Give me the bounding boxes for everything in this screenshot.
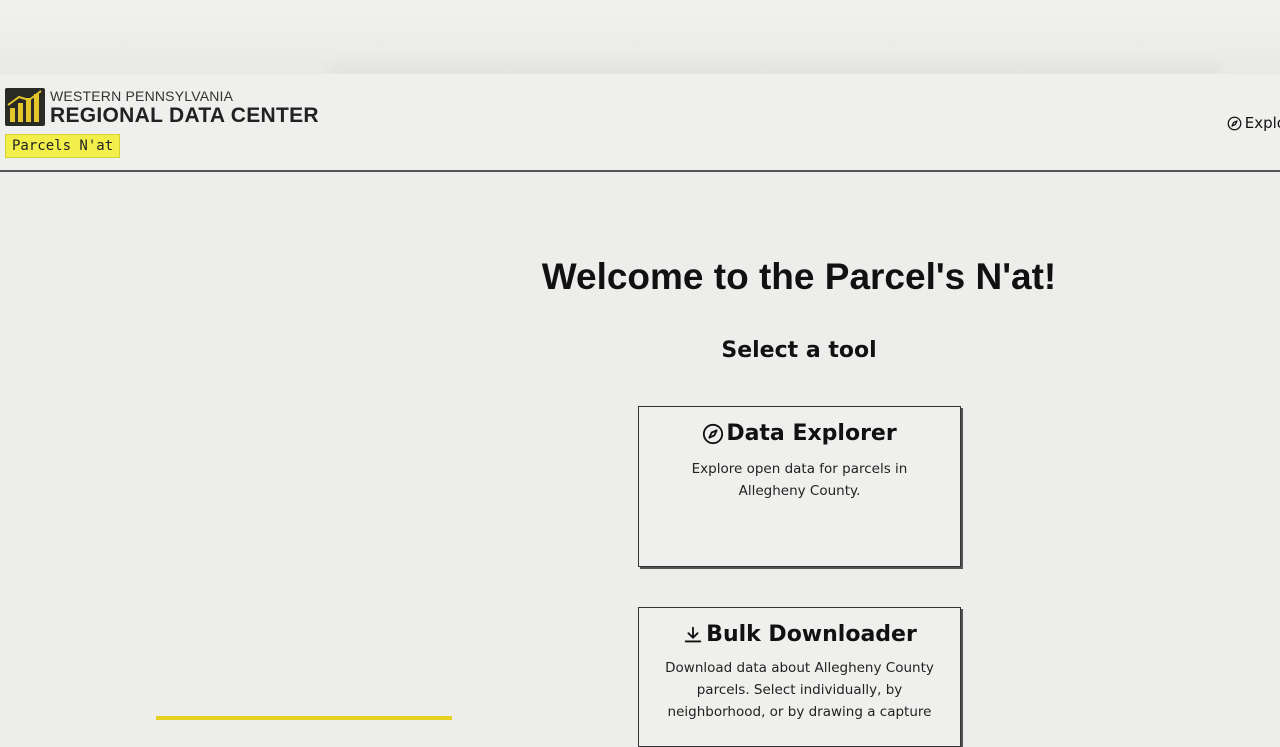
data-explorer-title-text: Data Explorer [726, 421, 897, 446]
download-icon [684, 626, 702, 642]
data-explorer-description: Explore open data for parcels in Alleghe… [691, 461, 908, 499]
compass-icon [1227, 116, 1242, 130]
org-name-line2: REGIONAL DATA CENTER [50, 104, 319, 127]
bulk-downloader-card[interactable]: Bulk Downloader Download data about Alle… [638, 607, 961, 747]
brand-text: WESTERN PENNSYLVANIA REGIONAL DATA CENTE… [50, 88, 319, 126]
bulk-downloader-description: Download data about Allegheny County par… [665, 660, 934, 720]
select-tool-heading: Select a tool [721, 338, 877, 363]
nav-explorer-label: Explo [1244, 114, 1280, 132]
page-title-text: Welcome to the Parcel's N'at! [541, 256, 1057, 297]
main-content: Welcome to the Parcel's N'at! Select a t… [0, 172, 1280, 747]
bulk-downloader-title: Bulk Downloader [639, 622, 960, 647]
org-name-line1: WESTERN PENNSYLVANIA [50, 88, 234, 104]
wprdc-logo-icon [5, 88, 45, 126]
nav-explorer-link[interactable]: Explo [1227, 114, 1280, 132]
site-header: WESTERN PENNSYLVANIA REGIONAL DATA CENTE… [0, 74, 1280, 172]
app-name-badge[interactable]: Parcels N'at [5, 134, 121, 158]
bulk-downloader-title-text: Bulk Downloader [706, 622, 917, 647]
accent-bar [156, 716, 452, 720]
page-title: Welcome to the Parcel's N'at! [0, 256, 1280, 298]
compass-icon [703, 423, 724, 444]
data-explorer-title: Data Explorer [639, 421, 960, 446]
data-explorer-card[interactable]: Data Explorer Explore open data for parc… [638, 406, 961, 567]
wprdc-brand[interactable]: WESTERN PENNSYLVANIA REGIONAL DATA CENTE… [5, 88, 319, 126]
browser-chrome-blur [0, 0, 1280, 74]
